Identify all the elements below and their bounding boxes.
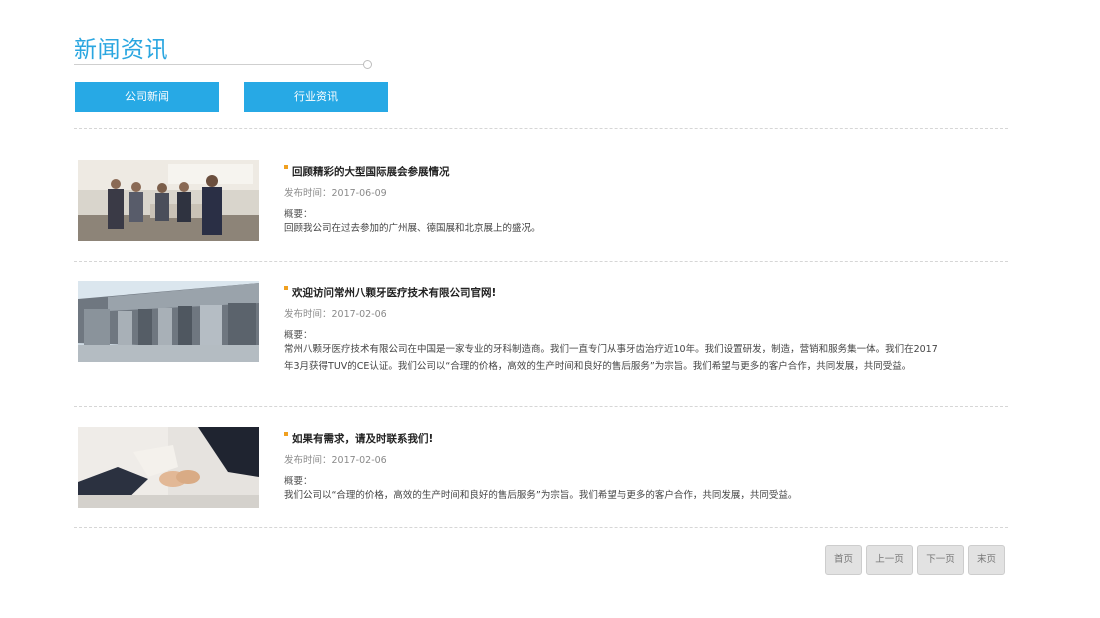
first-page-button[interactable]: 首页 (825, 545, 862, 575)
divider (74, 406, 1008, 407)
news-date: 发布时间：2017-02-06 (284, 309, 387, 320)
bullet-icon (284, 432, 288, 436)
news-thumbnail-exhibition[interactable] (78, 160, 259, 241)
last-page-button[interactable]: 末页 (968, 545, 1005, 575)
news-date: 发布时间：2017-02-06 (284, 455, 387, 466)
news-summary-label: 概要： (284, 209, 313, 220)
divider (74, 128, 1008, 129)
bullet-icon (284, 165, 288, 169)
title-underline (74, 64, 366, 65)
page-title: 新闻资讯 (74, 37, 168, 63)
tab-industry-news[interactable]: 行业资讯 (244, 82, 388, 112)
bullet-icon (284, 286, 288, 290)
news-title-link[interactable]: 欢迎访问常州八颗牙医疗技术有限公司官网! (284, 285, 496, 300)
divider (74, 261, 1008, 262)
news-summary-label: 概要： (284, 476, 313, 487)
divider (74, 527, 1008, 528)
prev-page-button[interactable]: 上一页 (866, 545, 913, 575)
news-summary-label: 概要： (284, 330, 313, 341)
news-thumbnail-handshake[interactable] (78, 427, 259, 508)
news-summary: 常州八颗牙医疗技术有限公司在中国是一家专业的牙科制造商。我们一直专门从事牙齿治疗… (284, 344, 938, 372)
news-thumbnail-building[interactable] (78, 281, 259, 362)
title-underline-dot (363, 60, 372, 69)
tab-company-news[interactable]: 公司新闻 (75, 82, 219, 112)
news-title-link[interactable]: 如果有需求，请及时联系我们! (284, 431, 433, 446)
news-summary: 回顾我公司在过去参加的广州展、德国展和北京展上的盛况。 (284, 223, 541, 234)
news-summary: 我们公司以“合理的价格，高效的生产时间和良好的售后服务”为宗旨。我们希望与更多的… (284, 490, 798, 501)
news-date: 发布时间：2017-06-09 (284, 188, 387, 199)
next-page-button[interactable]: 下一页 (917, 545, 964, 575)
news-title-link[interactable]: 回顾精彩的大型国际展会参展情况 (284, 164, 450, 179)
